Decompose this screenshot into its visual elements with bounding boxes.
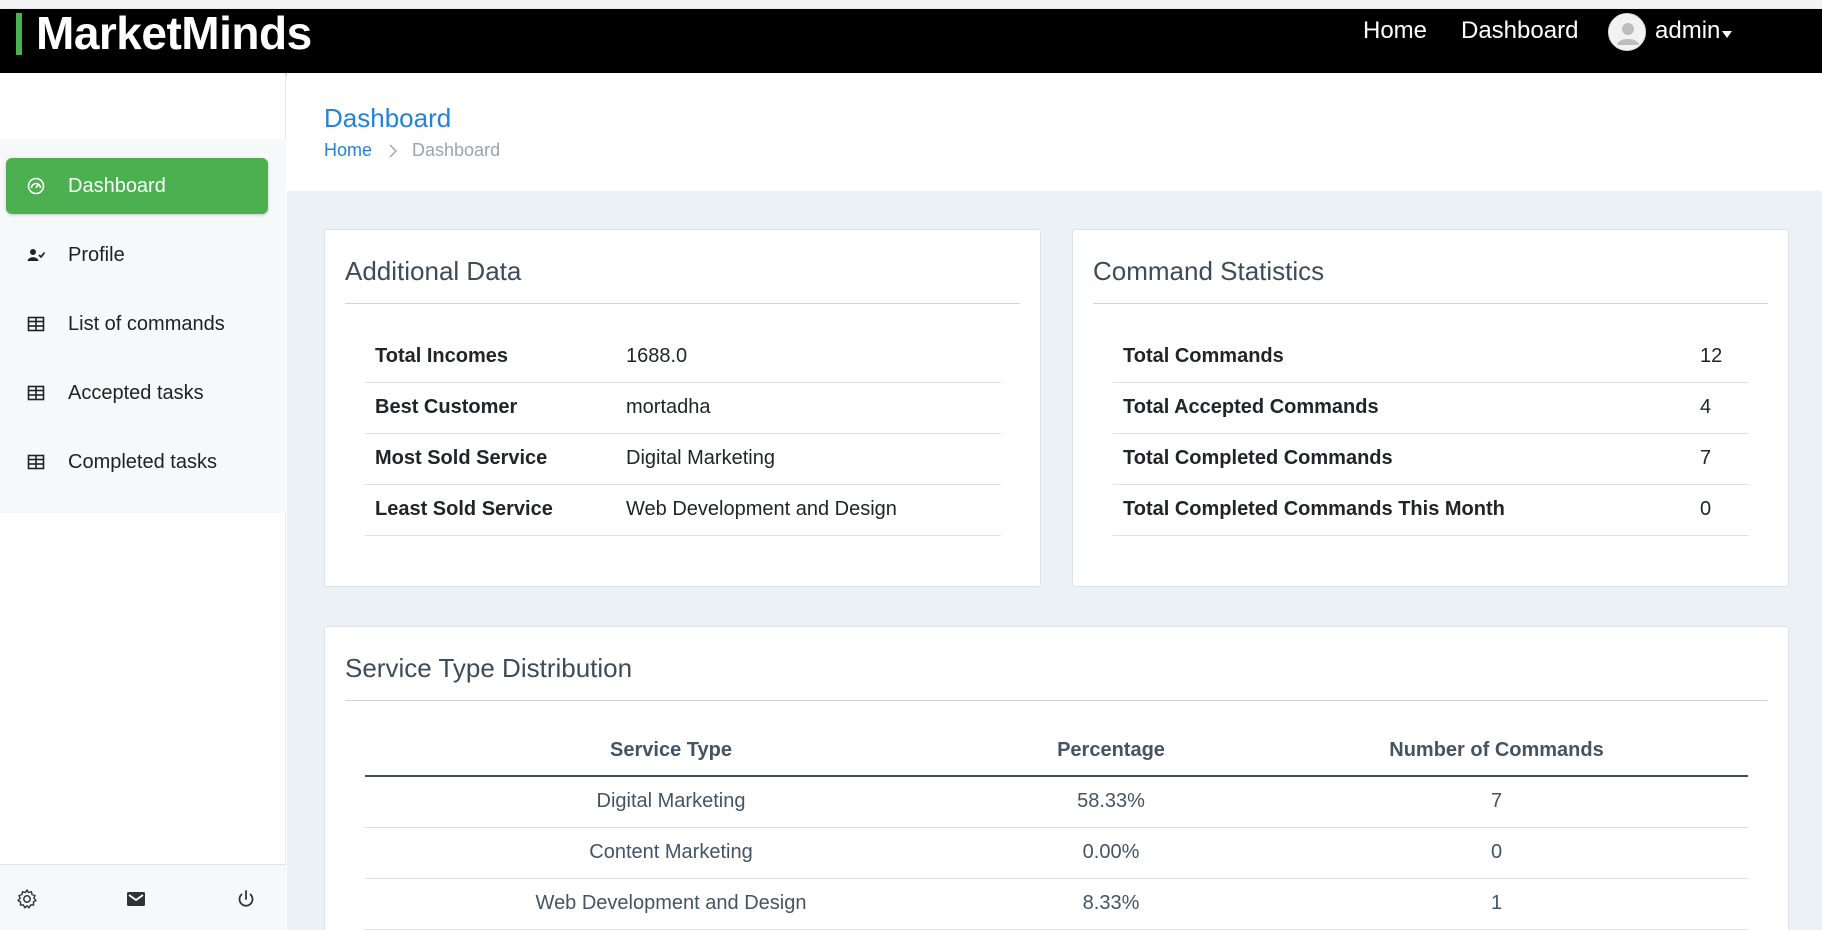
- user-menu-label[interactable]: admin: [1655, 17, 1720, 45]
- sidebar-item-list-of-commands[interactable]: List of commands: [6, 296, 268, 352]
- table-row: Web Development and Design 8.33% 1: [365, 878, 1748, 930]
- sidebar-footer: [0, 864, 286, 930]
- table-row: Content Marketing 0.00% 0: [365, 827, 1748, 879]
- sidebar-item-label: Dashboard: [68, 174, 166, 197]
- dashboard-gauge-icon: [26, 176, 46, 196]
- cell-percentage: 8.33%: [977, 878, 1245, 930]
- row-value: 1688.0: [616, 331, 1001, 383]
- user-avatar-icon[interactable]: [1608, 13, 1646, 51]
- cell-number-of-commands: 0: [1245, 827, 1748, 879]
- table-row: Total Completed Commands This Month 0: [1113, 484, 1749, 536]
- table-icon: [26, 452, 46, 472]
- brand-accent-bar: [16, 13, 22, 55]
- sidebar-item-dashboard[interactable]: Dashboard: [6, 158, 268, 214]
- column-header-percentage: Percentage: [977, 726, 1245, 777]
- column-header-number-of-commands: Number of Commands: [1245, 726, 1748, 777]
- nav-home-link[interactable]: Home: [1363, 17, 1427, 45]
- row-value: Digital Marketing: [616, 433, 1001, 485]
- table-row: Most Sold Service Digital Marketing: [365, 433, 1001, 485]
- sidebar-item-accepted-tasks[interactable]: Accepted tasks: [6, 365, 268, 421]
- page-header: Dashboard Home Dashboard: [287, 73, 1822, 191]
- table-row: Least Sold Service Web Development and D…: [365, 484, 1001, 536]
- card-title: Additional Data: [345, 256, 522, 286]
- cell-number-of-commands: 7: [1245, 776, 1748, 828]
- service-distribution-table: Service Type Percentage Number of Comman…: [365, 726, 1748, 930]
- brand-logo[interactable]: MarketMinds: [36, 9, 312, 57]
- row-value: 0: [1690, 484, 1749, 536]
- nav-dashboard-link[interactable]: Dashboard: [1461, 17, 1578, 45]
- sidebar-item-label: Accepted tasks: [68, 381, 204, 404]
- card-divider: [345, 303, 1020, 304]
- chevron-right-icon: [386, 144, 400, 158]
- sidebar-menu: Dashboard Profile List of commands Accep…: [0, 139, 286, 513]
- command-statistics-card: Command Statistics Total Commands 12 Tot…: [1072, 229, 1789, 587]
- cell-service-type: Digital Marketing: [365, 776, 977, 828]
- row-value: 12: [1690, 331, 1749, 383]
- sidebar-item-label: List of commands: [68, 312, 225, 335]
- card-title: Service Type Distribution: [345, 653, 633, 683]
- command-statistics-table: Total Commands 12 Total Accepted Command…: [1113, 331, 1749, 536]
- page-title: Dashboard: [324, 103, 452, 133]
- user-check-icon: [26, 245, 46, 265]
- additional-data-card: Additional Data Total Incomes 1688.0 Bes…: [324, 229, 1041, 587]
- table-row: Best Customer mortadha: [365, 382, 1001, 434]
- sidebar-item-profile[interactable]: Profile: [6, 227, 268, 283]
- power-icon[interactable]: [235, 888, 257, 910]
- table-row: Total Commands 12: [1113, 331, 1749, 383]
- row-label: Total Incomes: [365, 331, 616, 383]
- row-label: Total Commands: [1113, 331, 1690, 383]
- table-row: Digital Marketing 58.33% 7: [365, 776, 1748, 828]
- row-value: mortadha: [616, 382, 1001, 434]
- sidebar-item-label: Profile: [68, 243, 125, 266]
- row-label: Best Customer: [365, 382, 616, 434]
- cell-number-of-commands: 1: [1245, 878, 1748, 930]
- table-header-row: Service Type Percentage Number of Comman…: [365, 726, 1748, 777]
- cell-service-type: Web Development and Design: [365, 878, 977, 930]
- sidebar: Dashboard Profile List of commands Accep…: [0, 73, 286, 930]
- breadcrumb: Home Dashboard: [324, 140, 500, 161]
- table-row: Total Accepted Commands 4: [1113, 382, 1749, 434]
- additional-data-table: Total Incomes 1688.0 Best Customer morta…: [365, 331, 1001, 536]
- cell-service-type: Content Marketing: [365, 827, 977, 879]
- settings-gear-icon[interactable]: [16, 888, 38, 910]
- sidebar-item-label: Completed tasks: [68, 450, 217, 473]
- breadcrumb-current: Dashboard: [412, 140, 501, 160]
- table-row: Total Completed Commands 7: [1113, 433, 1749, 485]
- table-row: Total Incomes 1688.0: [365, 331, 1001, 383]
- row-label: Total Accepted Commands: [1113, 382, 1690, 434]
- sidebar-item-completed-tasks[interactable]: Completed tasks: [6, 434, 268, 490]
- service-distribution-card: Service Type Distribution Service Type P…: [324, 626, 1789, 930]
- table-icon: [26, 383, 46, 403]
- column-header-service-type: Service Type: [365, 726, 977, 777]
- row-value: 7: [1690, 433, 1749, 485]
- row-value: 4: [1690, 382, 1749, 434]
- cell-percentage: 0.00%: [977, 827, 1245, 879]
- card-title: Command Statistics: [1093, 256, 1325, 286]
- row-label: Least Sold Service: [365, 484, 616, 536]
- top-navbar: MarketMinds Home Dashboard admin: [0, 9, 1822, 73]
- chevron-down-icon[interactable]: [1722, 31, 1732, 38]
- table-icon: [26, 314, 46, 334]
- main-content: Additional Data Total Incomes 1688.0 Bes…: [287, 191, 1822, 930]
- row-value: Web Development and Design: [616, 484, 1001, 536]
- row-label: Most Sold Service: [365, 433, 616, 485]
- breadcrumb-home-link[interactable]: Home: [324, 140, 372, 161]
- mail-icon[interactable]: [125, 888, 147, 910]
- row-label: Total Completed Commands This Month: [1113, 484, 1690, 536]
- card-divider: [345, 700, 1768, 701]
- cell-percentage: 58.33%: [977, 776, 1245, 828]
- row-label: Total Completed Commands: [1113, 433, 1690, 485]
- card-divider: [1093, 303, 1768, 304]
